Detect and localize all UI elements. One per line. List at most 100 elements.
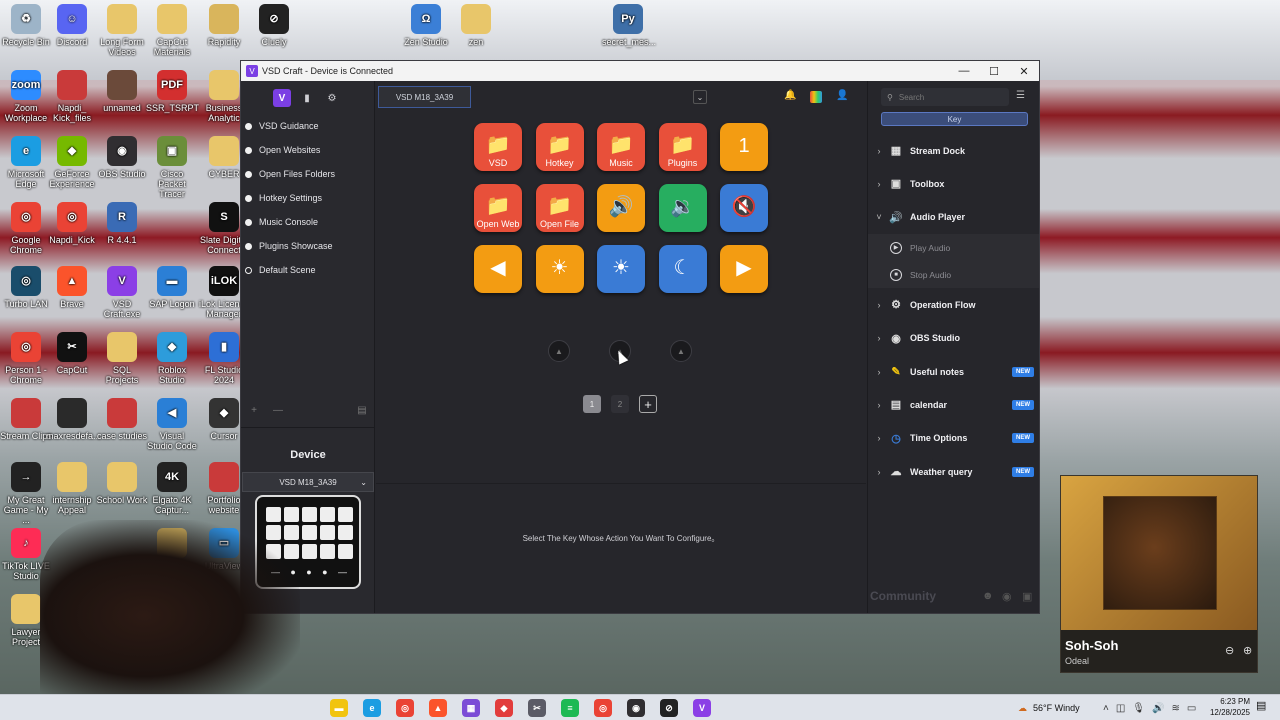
- scene-item[interactable]: Hotkey Settings: [245, 189, 322, 207]
- device-key[interactable]: 📁 Open File: [535, 184, 584, 232]
- device-key[interactable]: 📁 Music: [597, 123, 645, 171]
- category-audio-player[interactable]: ˅ 🔊 Audio Player: [868, 201, 1039, 234]
- desktop-icon[interactable]: zen: [450, 4, 502, 47]
- spotify-icon[interactable]: ≡: [561, 699, 579, 717]
- category-time-options[interactable]: › ◷ Time Options NEW: [868, 422, 1039, 455]
- category-useful-notes[interactable]: › ✎ Useful notes NEW: [868, 355, 1039, 388]
- capcut-icon[interactable]: ✂: [528, 699, 546, 717]
- device-key[interactable]: ☀: [535, 245, 584, 293]
- device-key[interactable]: 🔉: [658, 184, 707, 232]
- desktop-icon[interactable]: Py secret_mes...: [602, 4, 656, 47]
- device-key[interactable]: 📁 Open Web: [474, 184, 522, 232]
- desktop-icon[interactable]: maxresdefa...: [46, 398, 101, 441]
- scene-item[interactable]: Default Scene: [245, 261, 316, 279]
- scene-item[interactable]: Open Files Folders: [245, 165, 335, 183]
- microphone-icon[interactable]: 🎙: [1132, 703, 1145, 714]
- theme-icon[interactable]: [810, 91, 822, 103]
- desktop-icon[interactable]: ◎ Person 1 - Chrome: [0, 332, 52, 385]
- desktop-icon[interactable]: unnamed: [96, 70, 148, 113]
- add-scene-button[interactable]: +: [245, 401, 263, 419]
- chevron-up-icon[interactable]: ˄: [1103, 703, 1109, 714]
- clock[interactable]: 6:23 PM 12/28/2025: [1196, 696, 1250, 718]
- notification-icon[interactable]: ▤: [1256, 699, 1266, 712]
- chrome-profile-icon[interactable]: ◎: [594, 699, 612, 717]
- device-key[interactable]: 📁 Plugins: [658, 123, 707, 171]
- brave-icon[interactable]: ▲: [429, 699, 447, 717]
- desktop-icon[interactable]: School Work: [96, 462, 148, 505]
- audio-action-play[interactable]: ▶ Play Audio: [868, 234, 1039, 262]
- desktop-icon[interactable]: case studies: [96, 398, 148, 441]
- audio-action-stop[interactable]: ■ Stop Audio: [868, 261, 1039, 289]
- desktop-icon[interactable]: PDF SSR_TSRPT: [146, 70, 199, 113]
- device-key[interactable]: ◀: [474, 245, 522, 293]
- scene-settings-icon[interactable]: ▤: [353, 401, 371, 419]
- desktop-icon[interactable]: ◎ Napdi_Kick: [46, 202, 98, 245]
- desktop-icon[interactable]: ◆ Roblox Studio: [146, 332, 198, 385]
- chevron-down-icon[interactable]: ⌄: [693, 90, 707, 104]
- desktop-icon[interactable]: R R 4.4.1: [96, 202, 148, 245]
- list-view-icon[interactable]: ☰: [1016, 90, 1025, 101]
- device-select[interactable]: VSD M18_3A39 ⌄: [242, 472, 374, 492]
- user-icon[interactable]: 👤: [836, 90, 848, 101]
- desktop-icon[interactable]: CapCut Materials: [146, 4, 198, 57]
- add-page-button[interactable]: +: [639, 395, 657, 413]
- weather-widget[interactable]: ☁ 56°F Windy: [1018, 695, 1080, 720]
- settings-icon[interactable]: ⚙: [323, 89, 341, 107]
- desktop-icon[interactable]: ◉ OBS Studio: [96, 136, 148, 179]
- page-button[interactable]: 1: [583, 395, 601, 413]
- cluely-icon[interactable]: ⊘: [660, 699, 678, 717]
- desktop-icon[interactable]: zoom Zoom Workplace: [0, 70, 52, 123]
- desktop-icon[interactable]: e Microsoft Edge: [0, 136, 52, 189]
- desktop-icon[interactable]: Long Form Videos: [96, 4, 148, 57]
- desktop-icon[interactable]: V VSD Craft.exe: [96, 266, 148, 319]
- remove-scene-button[interactable]: —: [269, 401, 287, 419]
- edge-icon[interactable]: e: [363, 699, 381, 717]
- device-key[interactable]: 🔇: [720, 184, 768, 232]
- desktop-icon[interactable]: Napdi_ Kick_files: [46, 70, 98, 123]
- desktop-icon[interactable]: internship Appeal: [46, 462, 98, 515]
- page-button[interactable]: 2: [611, 395, 629, 413]
- desktop-icon[interactable]: ◎ Turbo LAN: [0, 266, 52, 309]
- desktop-icon[interactable]: ◀ Visual Studio Code: [146, 398, 198, 451]
- search-input[interactable]: ⚲ Search: [881, 88, 1009, 106]
- scene-item[interactable]: Open Websites: [245, 141, 320, 159]
- vsd-craft-icon[interactable]: V: [693, 699, 711, 717]
- device-key[interactable]: ▶: [720, 245, 768, 293]
- community-robot-icon[interactable]: ☻: [982, 590, 994, 602]
- scene-item[interactable]: Plugins Showcase: [245, 237, 333, 255]
- store-icon[interactable]: ▦: [462, 699, 480, 717]
- vsd-logo-icon[interactable]: V: [273, 89, 291, 107]
- key-tab[interactable]: Key: [881, 112, 1028, 126]
- desktop-icon[interactable]: ▣ Cisco Packet Tracer: [146, 136, 198, 199]
- category-obs-studio[interactable]: › ◉ OBS Studio: [868, 322, 1039, 355]
- device-tab[interactable]: VSD M18_3A39: [378, 86, 471, 108]
- device-key[interactable]: ☾: [658, 245, 707, 293]
- chrome-icon[interactable]: ◎: [396, 699, 414, 717]
- minus-icon[interactable]: ⊖: [1225, 644, 1234, 657]
- device-key[interactable]: 📁 VSD: [474, 123, 522, 171]
- device-icon[interactable]: ▮: [298, 89, 316, 107]
- desktop-icon[interactable]: ◎ Google Chrome: [0, 202, 52, 255]
- category-toolbox[interactable]: › ▣ Toolbox: [868, 167, 1039, 200]
- category-weather-query[interactable]: › ☁ Weather query NEW: [868, 455, 1039, 488]
- plus-icon[interactable]: ⊕: [1243, 644, 1252, 657]
- close-button[interactable]: ✕: [1009, 61, 1039, 81]
- device-key[interactable]: 📁 Hotkey: [535, 123, 584, 171]
- knob-button[interactable]: ▲: [670, 340, 692, 362]
- desktop-icon[interactable]: Stream Clips: [0, 398, 52, 441]
- desktop-icon[interactable]: → My Great Game - My ...: [0, 462, 52, 525]
- bell-icon[interactable]: 🔔: [784, 90, 796, 101]
- desktop-icon[interactable]: ✂ CapCut: [46, 332, 98, 375]
- scene-item[interactable]: VSD Guidance: [245, 117, 319, 135]
- knob-button[interactable]: ▲: [548, 340, 570, 362]
- desktop-icon[interactable]: SQL Projects: [96, 332, 148, 385]
- device-key[interactable]: ☀: [597, 245, 645, 293]
- desktop-icon[interactable]: ◆ GeForce Experience: [46, 136, 98, 189]
- chat-icon[interactable]: ▣: [1022, 590, 1032, 603]
- category-operation-flow[interactable]: › ⚙ Operation Flow: [868, 288, 1039, 321]
- wifi-icon[interactable]: ≋: [1171, 703, 1179, 714]
- desktop-icon[interactable]: ☺ Discord: [46, 4, 98, 47]
- category-stream-dock[interactable]: › ▦ Stream Dock: [868, 134, 1039, 167]
- obs-icon[interactable]: ◉: [627, 699, 645, 717]
- desktop-icon[interactable]: ▲ Brave: [46, 266, 98, 309]
